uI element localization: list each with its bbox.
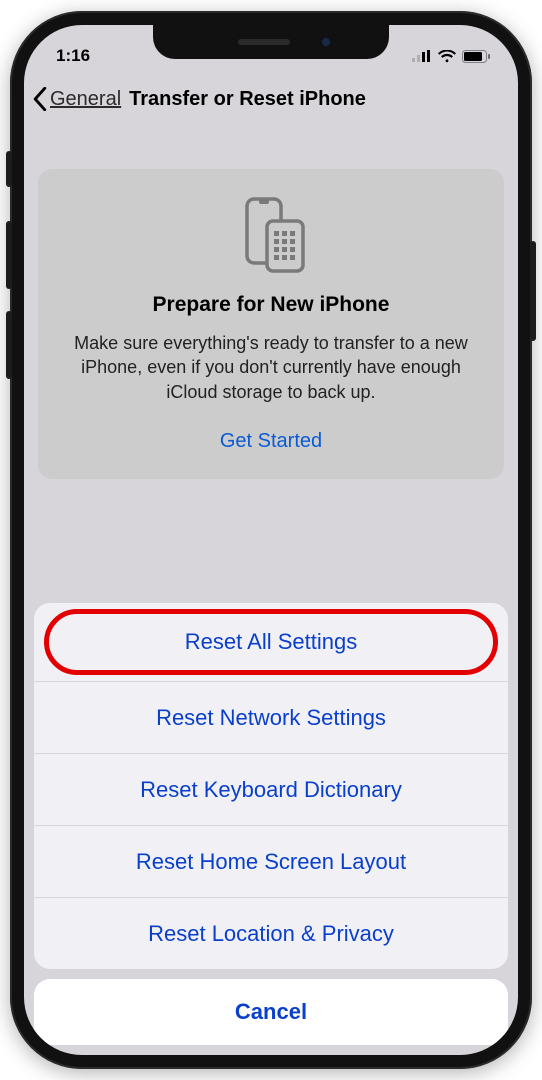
screen: 1:16 Gene	[24, 25, 518, 1055]
sheet-item-label: Reset Home Screen Layout	[136, 849, 406, 875]
power-button	[530, 241, 536, 341]
content-area: Prepare for New iPhone Make sure everyth…	[24, 169, 518, 479]
volume-down-button	[6, 311, 12, 379]
status-indicators	[412, 50, 490, 63]
chevron-left-icon	[32, 87, 48, 111]
cellular-icon	[412, 50, 432, 62]
devices-icon	[56, 191, 486, 279]
get-started-link[interactable]: Get Started	[56, 430, 486, 453]
card-title: Prepare for New iPhone	[56, 293, 486, 317]
phone-frame: 1:16 Gene	[10, 11, 532, 1069]
battery-icon	[462, 50, 490, 63]
sheet-item-label: Reset Keyboard Dictionary	[140, 777, 402, 803]
sheet-item-label: Reset All Settings	[185, 629, 357, 655]
reset-location-privacy-button[interactable]: Reset Location & Privacy	[34, 897, 508, 969]
back-label: General	[50, 88, 121, 111]
reset-all-settings-button[interactable]: Reset All Settings	[34, 603, 508, 681]
reset-options-group: Reset All Settings Reset Network Setting…	[34, 603, 508, 969]
card-body: Make sure everything's ready to transfer…	[56, 331, 486, 404]
speaker-grille	[238, 39, 290, 45]
navigation-bar: General Transfer or Reset iPhone	[24, 73, 518, 125]
reset-keyboard-dictionary-button[interactable]: Reset Keyboard Dictionary	[34, 753, 508, 825]
sheet-item-label: Reset Network Settings	[156, 705, 386, 731]
sheet-item-label: Reset Location & Privacy	[148, 921, 394, 947]
reset-network-settings-button[interactable]: Reset Network Settings	[34, 681, 508, 753]
silence-switch	[6, 151, 12, 187]
cancel-label: Cancel	[235, 999, 307, 1025]
volume-up-button	[6, 221, 12, 289]
front-camera	[321, 37, 331, 47]
page-title: Transfer or Reset iPhone	[129, 88, 366, 111]
status-time: 1:16	[56, 46, 90, 66]
back-button[interactable]: General	[30, 83, 123, 115]
action-sheet: Reset All Settings Reset Network Setting…	[24, 603, 518, 1055]
wifi-icon	[438, 50, 456, 63]
notch	[153, 25, 389, 59]
cancel-button[interactable]: Cancel	[34, 979, 508, 1045]
prepare-card: Prepare for New iPhone Make sure everyth…	[38, 169, 504, 479]
reset-home-screen-layout-button[interactable]: Reset Home Screen Layout	[34, 825, 508, 897]
